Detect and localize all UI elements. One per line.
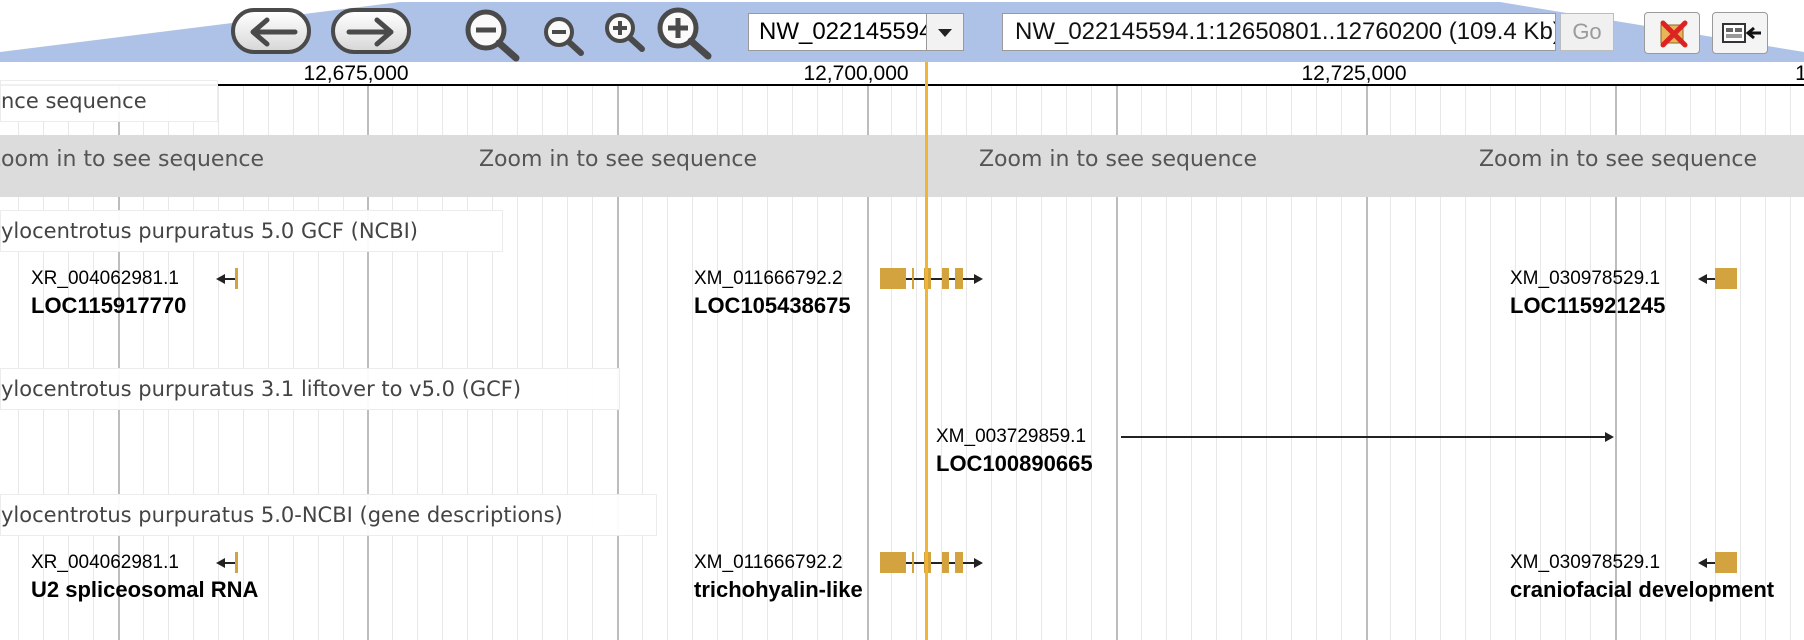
ruler[interactable]: 12,675,000 12,700,000 12,725,000 1 [0,62,1804,86]
show-tracks-button[interactable] [1712,12,1768,54]
zoom-in-large-icon [657,7,712,60]
zoom-out-large-button[interactable] [462,6,524,66]
intron-line [1121,436,1606,438]
ruler-tick-label: 1 [1795,62,1804,85]
feature-id: XM_003729859.1 [936,426,1087,447]
exon-block [912,268,914,289]
exon-block [942,552,949,573]
track-label-text: nce sequence [1,89,147,113]
exon-block [880,552,906,573]
chevron-down-icon[interactable] [926,14,963,50]
strand-arrow [974,558,983,568]
track-label-reference-sequence[interactable]: nce sequence [0,80,218,122]
track-label-text: ylocentrotus purpuratus 5.0 GCF (NCBI) [1,219,418,243]
ruler-tick-label: 12,700,000 [803,62,909,85]
feature-name: LOC115921245 [1510,293,1666,318]
exon-block [912,552,914,573]
zoom-message: Zoom in to see sequence [478,147,758,172]
clear-highlight-button[interactable] [1644,12,1700,54]
feature-id: XM_011666792.2 [694,552,843,573]
strand-arrow [974,274,983,284]
feature-name: U2 spliceosomal RNA [31,577,259,602]
forward-button[interactable] [331,8,411,54]
reference-sequence-value: NW_022145594.1 [759,18,953,45]
zoom-message: Zoom in to see sequence [1478,147,1758,172]
go-button[interactable]: Go [1560,13,1614,51]
exon-block [235,552,238,573]
exon-block [235,268,238,289]
back-button[interactable] [231,8,311,54]
ruler-tick-label: 12,725,000 [1301,62,1407,85]
exon-block [955,268,963,289]
clear-highlight-icon [1660,20,1688,48]
track-label-gene-descriptions[interactable]: ylocentrotus purpuratus 5.0-NCBI (gene d… [0,494,657,536]
exon-block [942,268,949,289]
zoom-in-small-button[interactable] [602,10,648,58]
track-label-gcf-ncbi[interactable]: ylocentrotus purpuratus 5.0 GCF (NCBI) [0,210,503,252]
navigation-bar: NW_022145594.1 NW_022145594.1:12650801..… [0,0,1804,62]
track-label-liftover[interactable]: ylocentrotus purpuratus 3.1 liftover to … [0,368,620,410]
ruler-tick-label: 12,675,000 [303,62,409,85]
strand-arrow [1605,432,1614,442]
intron-line [222,278,236,280]
zoom-in-small-icon [605,13,645,52]
feature-name: LOC115917770 [31,293,187,318]
feature-name: trichohyalin-like [694,577,863,602]
zoom-out-large-icon [465,9,520,62]
exon-block [955,552,963,573]
reference-sequence-select[interactable]: NW_022145594.1 [748,13,964,51]
exon-block [1715,268,1737,289]
intron-line [222,562,236,564]
location-input[interactable]: NW_022145594.1:12650801..12760200 (109.4… [1002,13,1556,51]
zoom-out-small-button[interactable] [541,14,587,62]
feature-id: XM_011666792.2 [694,268,843,289]
track-label-text: ylocentrotus purpuratus 5.0-NCBI (gene d… [1,503,563,527]
highlight-marker [925,62,928,640]
show-tracks-icon [1722,23,1761,43]
ruler-axis-line [0,84,1804,86]
feature-id: XM_030978529.1 [1510,268,1661,289]
feature-name: LOC105438675 [694,293,851,318]
track-label-text: ylocentrotus purpuratus 3.1 liftover to … [1,377,522,401]
zoom-message: Zoom in to see sequence [0,147,265,172]
left-arrow-icon [250,17,298,47]
zoom-out-small-icon [544,17,584,56]
exon-block [1715,552,1737,573]
feature-name: LOC100890665 [936,451,1093,476]
feature-id: XM_030978529.1 [1510,552,1661,573]
zoom-message: Zoom in to see sequence [978,147,1258,172]
location-value: NW_022145594.1:12650801..12760200 (109.4… [1015,18,1556,45]
feature-name: craniofacial development [1510,577,1775,602]
feature-id: XR_004062981.1 [31,552,179,573]
feature-id: XR_004062981.1 [31,268,179,289]
right-arrow-icon [346,17,394,47]
exon-block [880,268,906,289]
zoom-in-large-button[interactable] [654,4,716,64]
